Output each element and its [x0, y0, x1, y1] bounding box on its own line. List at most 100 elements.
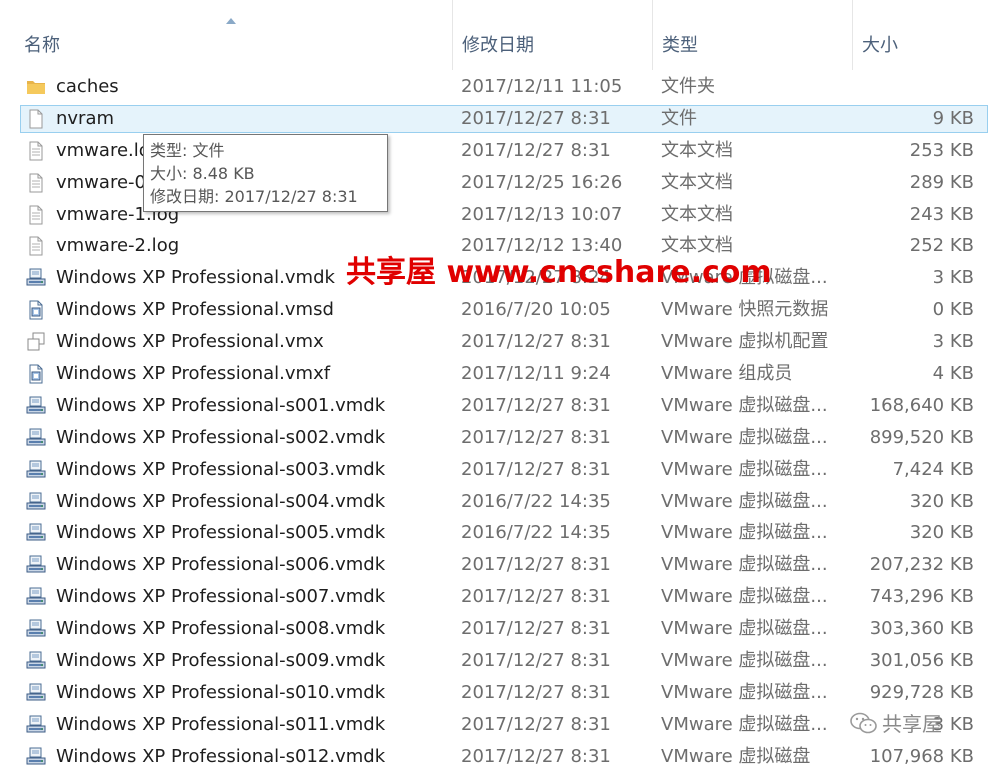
file-type: 文本文档 [661, 203, 733, 225]
file-modified-date: 2017/12/27 8:31 [461, 331, 611, 353]
wechat-icon [850, 712, 877, 734]
file-row[interactable]: Windows XP Professional.vmsd 2016/7/20 10… [0, 295, 989, 327]
file-modified-date: 2017/12/27 8:31 [461, 618, 611, 640]
vmdk-disk-icon [26, 396, 46, 416]
file-size: 320 KB [909, 490, 974, 512]
file-name: Windows XP Professional-s007.vmdk [56, 586, 386, 608]
file-row[interactable]: Windows XP Professional-s010.vmdk 2017/12… [0, 678, 989, 710]
file-type: VMware 虚拟磁盘... [661, 586, 828, 608]
file-modified-date: 2017/12/27 8:31 [461, 107, 611, 129]
file-name: Windows XP Professional-s005.vmdk [56, 522, 386, 544]
file-name: Windows XP Professional.vmdk [56, 267, 335, 289]
header-size-label: 大小 [862, 35, 898, 56]
tooltip-size: 大小: 8.48 KB [150, 164, 255, 183]
file-row[interactable]: Windows XP Professional.vmxf 2017/12/11 9… [0, 359, 989, 391]
file-modified-date: 2017/12/27 8:31 [461, 426, 611, 448]
file-row[interactable]: Windows XP Professional-s003.vmdk 2017/12… [0, 455, 989, 487]
file-row[interactable]: Windows XP Professional-s008.vmdk 2017/12… [0, 614, 989, 646]
header-size-column[interactable]: 大小 [852, 0, 989, 70]
file-name: vmware-0 [56, 171, 146, 193]
file-type: VMware 虚拟磁盘... [661, 522, 828, 544]
tooltip-type: 类型: 文件 [150, 141, 225, 160]
file-row[interactable]: Windows XP Professional-s005.vmdk 2016/7/… [0, 518, 989, 550]
header-date-label: 修改日期 [462, 35, 534, 56]
file-size: 899,520 KB [869, 426, 974, 448]
file-size: 9 KB [932, 107, 974, 129]
header-name-column[interactable]: 名称 [0, 0, 452, 70]
file-size: 253 KB [909, 139, 974, 161]
file-type: VMware 虚拟磁盘... [661, 650, 828, 672]
file-modified-date: 2017/12/27 8:31 [461, 458, 611, 480]
file-row[interactable]: Windows XP Professional-s001.vmdk 2017/12… [0, 391, 989, 423]
file-name: Windows XP Professional-s003.vmdk [56, 458, 386, 480]
vmdk-disk-icon [26, 587, 46, 607]
file-name: vmware-2.log [56, 235, 180, 257]
file-name: Windows XP Professional-s002.vmdk [56, 426, 386, 448]
file-row[interactable]: Windows XP Professional.vmx 2017/12/27 8:… [0, 327, 989, 359]
file-name: Windows XP Professional-s011.vmdk [56, 713, 386, 735]
file-row[interactable]: Windows XP Professional-s009.vmdk 2017/12… [0, 646, 989, 678]
file-size: 0 KB [932, 299, 974, 321]
watermark-text: 共享屋 www.cncshare.com [346, 255, 772, 290]
file-row[interactable]: caches 2017/12/11 11:05 文件夹 [0, 72, 989, 104]
vmdk-disk-icon [26, 747, 46, 767]
file-modified-date: 2017/12/27 8:31 [461, 586, 611, 608]
file-info-tooltip: 类型: 文件 大小: 8.48 KB 修改日期: 2017/12/27 8:31 [143, 134, 388, 212]
file-size: 320 KB [909, 522, 974, 544]
file-modified-date: 2017/12/25 16:26 [461, 171, 623, 193]
file-row[interactable]: Windows XP Professional-s006.vmdk 2017/12… [0, 550, 989, 582]
file-row[interactable]: Windows XP Professional-s007.vmdk 2017/12… [0, 582, 989, 614]
file-modified-date: 2017/12/11 9:24 [461, 363, 611, 385]
vmx-file-icon [26, 332, 46, 352]
file-name: Windows XP Professional.vmxf [56, 363, 331, 385]
file-type: 文本文档 [661, 139, 733, 161]
file-modified-date: 2017/12/27 8:31 [461, 139, 611, 161]
vmdk-disk-icon [26, 492, 46, 512]
file-row[interactable]: Windows XP Professional-s011.vmdk 2017/12… [0, 710, 989, 742]
header-name-label: 名称 [24, 35, 60, 56]
file-type: VMware 虚拟磁盘... [661, 618, 828, 640]
text-file-icon [26, 205, 46, 225]
header-date-column[interactable]: 修改日期 [452, 0, 652, 70]
file-type: VMware 虚拟磁盘... [661, 554, 828, 576]
vmxf-file-icon [26, 364, 46, 384]
file-name: nvram [56, 107, 115, 129]
vmdk-disk-icon [26, 428, 46, 448]
file-name: Windows XP Professional.vmx [56, 331, 324, 353]
file-name: vmware.lo [56, 139, 150, 161]
file-size: 4 KB [932, 363, 974, 385]
file-modified-date: 2017/12/27 8:31 [461, 394, 611, 416]
file-size: 303,360 KB [869, 618, 974, 640]
file-modified-date: 2017/12/27 8:31 [461, 681, 611, 703]
file-row[interactable]: Windows XP Professional-s004.vmdk 2016/7/… [0, 487, 989, 519]
file-row[interactable]: Windows XP Professional-s002.vmdk 2017/12… [0, 423, 989, 455]
file-size: 743,296 KB [869, 586, 974, 608]
header-type-label: 类型 [662, 35, 698, 56]
file-type: VMware 虚拟磁盘... [661, 426, 828, 448]
file-row[interactable]: Windows XP Professional-s012.vmdk 2017/12… [0, 742, 989, 774]
file-type: VMware 虚拟磁盘... [661, 490, 828, 512]
file-name: Windows XP Professional-s001.vmdk [56, 394, 386, 416]
file-size: 3 KB [932, 267, 974, 289]
file-type: VMware 虚拟磁盘... [661, 458, 828, 480]
text-file-icon [26, 141, 46, 161]
vmdk-disk-icon [26, 555, 46, 575]
file-size: 3 KB [932, 331, 974, 353]
file-name: Windows XP Professional-s009.vmdk [56, 650, 386, 672]
file-size: 107,968 KB [869, 745, 974, 767]
file-modified-date: 2017/12/27 8:31 [461, 745, 611, 767]
file-modified-date: 2017/12/27 8:31 [461, 650, 611, 672]
file-row[interactable]: nvram 2017/12/27 8:31 文件 9 KB [0, 104, 989, 136]
vmdk-disk-icon [26, 683, 46, 703]
file-type: VMware 虚拟磁盘 [661, 745, 811, 767]
file-size: 207,232 KB [869, 554, 974, 576]
header-type-column[interactable]: 类型 [652, 0, 852, 70]
vmdk-disk-icon [26, 715, 46, 735]
vmsd-file-icon [26, 300, 46, 320]
file-modified-date: 2017/12/13 10:07 [461, 203, 623, 225]
file-modified-date: 2017/12/27 8:31 [461, 554, 611, 576]
file-size: 168,640 KB [869, 394, 974, 416]
vmdk-disk-icon [26, 619, 46, 639]
text-file-icon [26, 173, 46, 193]
vmdk-disk-icon [26, 268, 46, 288]
